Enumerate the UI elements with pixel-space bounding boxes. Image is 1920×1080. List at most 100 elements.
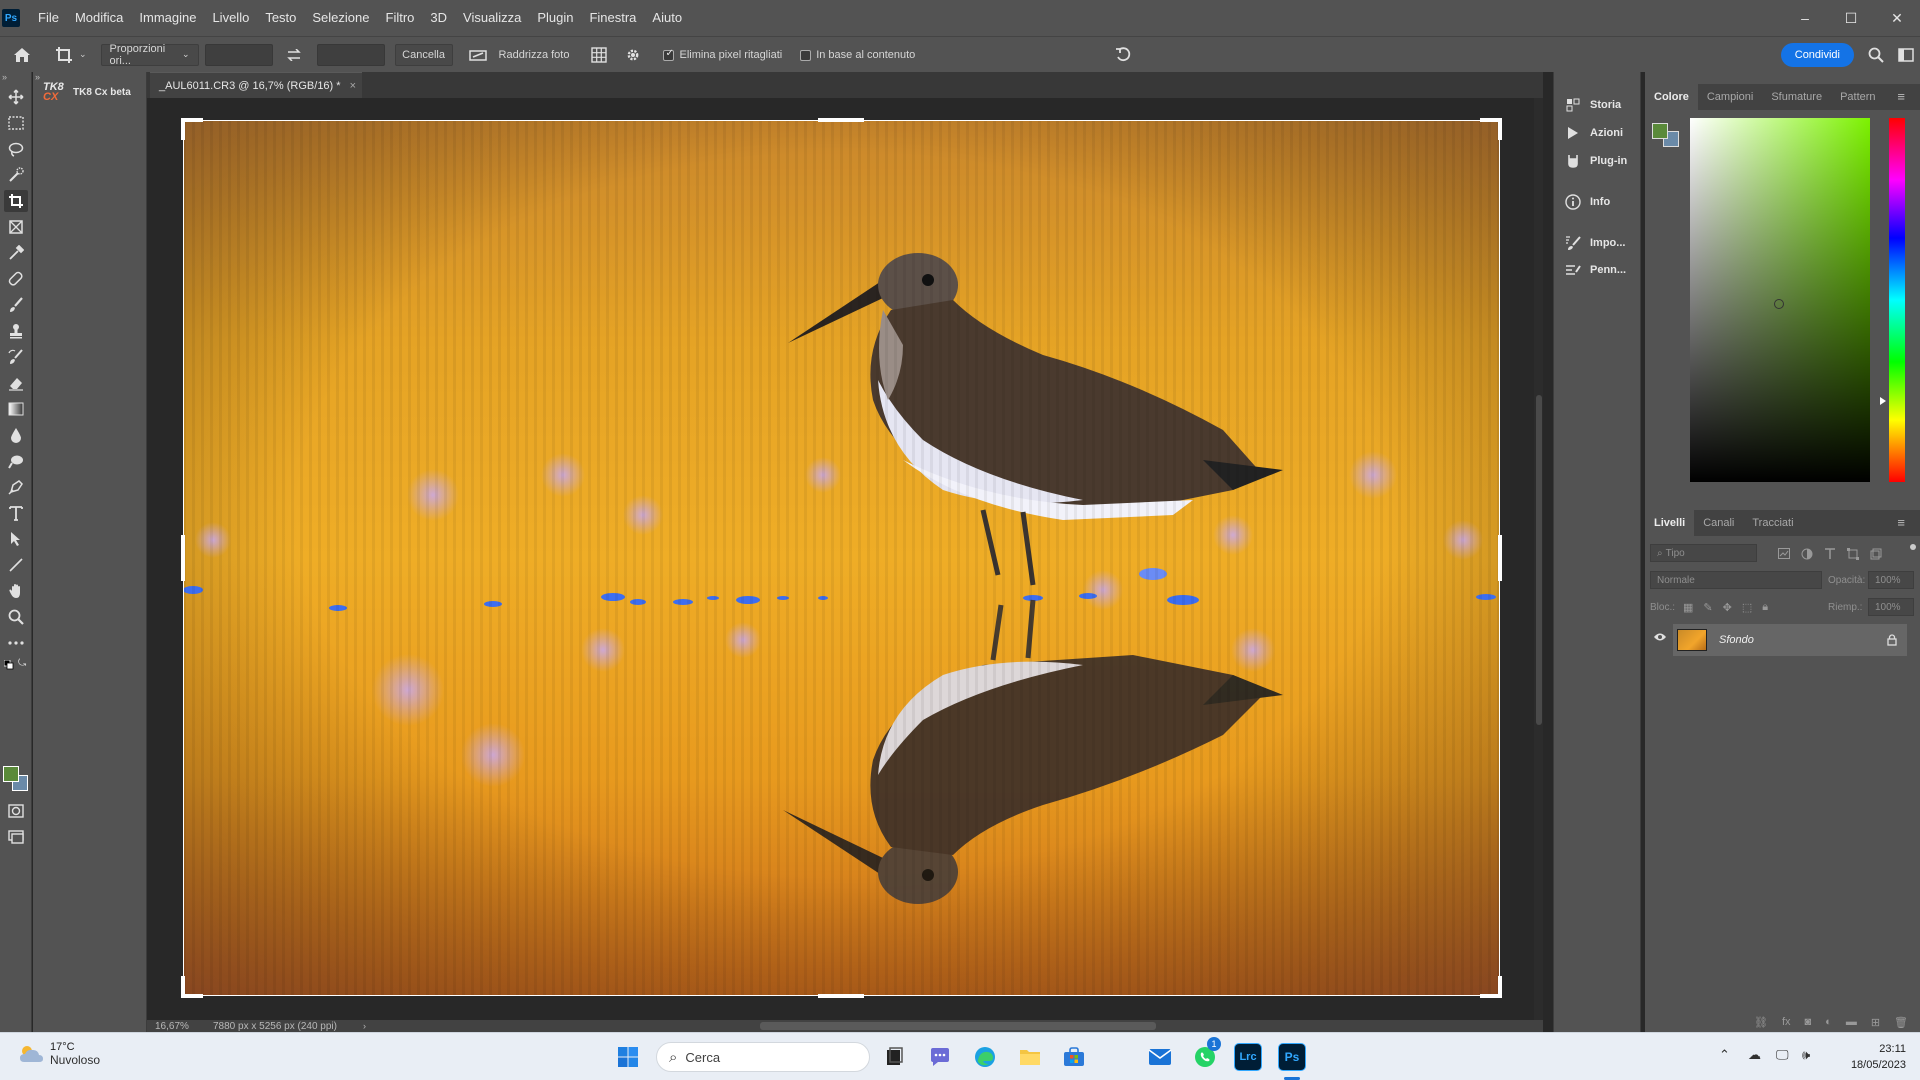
tab-colore[interactable]: Colore bbox=[1645, 84, 1698, 110]
color-picker-cursor[interactable] bbox=[1774, 299, 1784, 309]
crop-handle-left[interactable] bbox=[181, 535, 185, 581]
gradient-tool-icon[interactable] bbox=[4, 398, 28, 420]
tab-sfumature[interactable]: Sfumature bbox=[1762, 84, 1831, 110]
tab-tracciati[interactable]: Tracciati bbox=[1743, 510, 1802, 536]
delete-cropped-checkbox[interactable]: Elimina pixel ritagliati bbox=[663, 48, 782, 61]
tab-pattern[interactable]: Pattern bbox=[1831, 84, 1884, 110]
hand-tool-icon[interactable] bbox=[4, 580, 28, 602]
menu-plugin[interactable]: Plugin bbox=[529, 0, 581, 36]
add-mask-icon[interactable]: ◙ bbox=[1805, 1016, 1812, 1028]
panel-menu-icon[interactable]: ≡ bbox=[1888, 84, 1914, 110]
menu-3d[interactable]: 3D bbox=[422, 0, 455, 36]
search-icon[interactable] bbox=[1868, 47, 1884, 63]
photoshop-taskbar-icon[interactable]: Ps bbox=[1278, 1043, 1306, 1071]
content-aware-checkbox[interactable]: In base al contenuto bbox=[800, 49, 915, 61]
eyedropper-tool-icon[interactable] bbox=[4, 242, 28, 264]
expand-panel-icon[interactable]: » bbox=[35, 72, 40, 82]
crop-handle-right[interactable] bbox=[1498, 535, 1502, 581]
weather-widget[interactable]: 17°C Nuvoloso bbox=[18, 1041, 100, 1067]
more-tools-icon[interactable] bbox=[4, 632, 28, 654]
pen-tool-icon[interactable] bbox=[4, 476, 28, 498]
clone-stamp-tool-icon[interactable] bbox=[4, 320, 28, 342]
straighten-label[interactable]: Raddrizza foto bbox=[499, 49, 570, 61]
system-clock[interactable]: 23:11 18/05/2023 bbox=[1851, 1041, 1906, 1073]
share-button[interactable]: Condividi bbox=[1780, 42, 1854, 67]
crop-height-field[interactable] bbox=[316, 43, 385, 66]
lock-all-icon[interactable]: 🔒︎ bbox=[1762, 601, 1768, 614]
panel-menu-icon[interactable]: ≡ bbox=[1888, 510, 1914, 536]
document-tab[interactable]: _AUL6011.CR3 @ 16,7% (RGB/16) * × bbox=[150, 72, 362, 98]
move-tool-icon[interactable] bbox=[4, 86, 28, 108]
smart-object-filter-icon[interactable] bbox=[1870, 548, 1882, 560]
maximize-button[interactable]: ☐ bbox=[1828, 0, 1874, 36]
brush-tool-icon[interactable] bbox=[4, 294, 28, 316]
document-canvas-photo[interactable] bbox=[183, 120, 1500, 996]
ratio-select[interactable]: Proporzioni ori... ⌄ bbox=[100, 43, 199, 67]
menu-testo[interactable]: Testo bbox=[257, 0, 304, 36]
hue-slider-marker[interactable] bbox=[1880, 397, 1886, 405]
taskbar-search-box[interactable]: ⌕ Cerca bbox=[656, 1042, 870, 1072]
history-panel-button[interactable]: Storia bbox=[1564, 98, 1621, 112]
network-icon[interactable]: 🖵︎ bbox=[1776, 1047, 1789, 1063]
adjustment-filter-icon[interactable] bbox=[1801, 548, 1813, 560]
fill-field[interactable]: 100% bbox=[1868, 598, 1914, 616]
foreground-color-swatch[interactable] bbox=[3, 766, 19, 782]
task-view-icon[interactable] bbox=[880, 1043, 908, 1071]
hue-slider[interactable] bbox=[1889, 118, 1905, 482]
color-panel-foreground-swatch[interactable] bbox=[1652, 123, 1668, 139]
horizontal-scrollbar-thumb[interactable] bbox=[760, 1022, 1156, 1030]
volume-icon[interactable]: 🕪︎ bbox=[1802, 1047, 1810, 1063]
type-filter-icon[interactable] bbox=[1824, 548, 1836, 560]
quick-mask-icon[interactable] bbox=[4, 800, 28, 822]
edge-browser-icon[interactable] bbox=[971, 1043, 999, 1071]
dodge-tool-icon[interactable] bbox=[4, 450, 28, 472]
straighten-icon[interactable] bbox=[468, 48, 487, 62]
menu-aiuto[interactable]: Aiuto bbox=[644, 0, 690, 36]
tk8-header[interactable]: TK8 CX TK8 Cx beta bbox=[33, 72, 146, 103]
new-layer-icon[interactable]: ⊞ bbox=[1871, 1016, 1880, 1029]
expand-panel-icon[interactable]: » bbox=[2, 72, 7, 82]
windows-start-icon[interactable] bbox=[614, 1043, 642, 1071]
healing-brush-tool-icon[interactable] bbox=[4, 268, 28, 290]
menu-selezione[interactable]: Selezione bbox=[304, 0, 377, 36]
layer-row[interactable]: Sfondo bbox=[1673, 624, 1907, 656]
zoom-level[interactable]: 16,67% bbox=[147, 1021, 197, 1032]
lock-transparent-icon[interactable]: ▦ bbox=[1683, 601, 1693, 614]
opacity-field[interactable]: 100% bbox=[1868, 571, 1914, 589]
whatsapp-icon[interactable]: 1 bbox=[1191, 1037, 1221, 1071]
zoom-tool-icon[interactable] bbox=[4, 606, 28, 628]
screen-mode-icon[interactable] bbox=[4, 826, 28, 848]
chevron-right-icon[interactable]: › bbox=[363, 1021, 366, 1031]
lock-icon[interactable] bbox=[1887, 634, 1897, 646]
home-icon[interactable] bbox=[13, 47, 35, 63]
layer-filter-field[interactable]: ⌕ Tipo bbox=[1650, 544, 1757, 562]
blend-mode-select[interactable]: Normale bbox=[1650, 571, 1822, 589]
eraser-tool-icon[interactable] bbox=[4, 372, 28, 394]
type-tool-icon[interactable] bbox=[4, 502, 28, 524]
plugins-panel-button[interactable]: Plug-in bbox=[1564, 154, 1627, 168]
filter-toggle-icon[interactable] bbox=[1910, 544, 1916, 550]
lock-position-icon[interactable]: ✥ bbox=[1723, 601, 1732, 614]
frame-tool-icon[interactable] bbox=[4, 216, 28, 238]
lock-pixels-icon[interactable]: ✎ bbox=[1703, 601, 1712, 614]
cancel-button[interactable]: Cancella bbox=[394, 43, 453, 66]
menu-modifica[interactable]: Modifica bbox=[67, 0, 131, 36]
marquee-tool-icon[interactable] bbox=[4, 112, 28, 134]
microsoft-store-icon[interactable] bbox=[1060, 1043, 1088, 1071]
eye-icon[interactable] bbox=[1653, 632, 1667, 642]
tab-livelli[interactable]: Livelli bbox=[1645, 510, 1695, 536]
grid-overlay-icon[interactable] bbox=[591, 46, 608, 63]
crop-width-field[interactable] bbox=[204, 43, 273, 66]
object-selection-tool-icon[interactable] bbox=[4, 164, 28, 186]
close-window-button[interactable]: ✕ bbox=[1874, 0, 1920, 36]
reset-crop-icon[interactable] bbox=[1115, 46, 1131, 63]
mail-icon[interactable] bbox=[1146, 1043, 1174, 1071]
pixel-layer-filter-icon[interactable] bbox=[1778, 548, 1790, 559]
brushes-panel-button[interactable]: Penn... bbox=[1564, 263, 1626, 277]
shape-filter-icon[interactable] bbox=[1847, 548, 1859, 560]
gear-icon[interactable] bbox=[625, 47, 641, 63]
close-tab-icon[interactable]: × bbox=[350, 80, 356, 92]
minimize-button[interactable]: – bbox=[1782, 0, 1828, 36]
swap-colors-icon[interactable]: ⤿ bbox=[18, 658, 26, 669]
tab-campioni[interactable]: Campioni bbox=[1698, 84, 1762, 110]
